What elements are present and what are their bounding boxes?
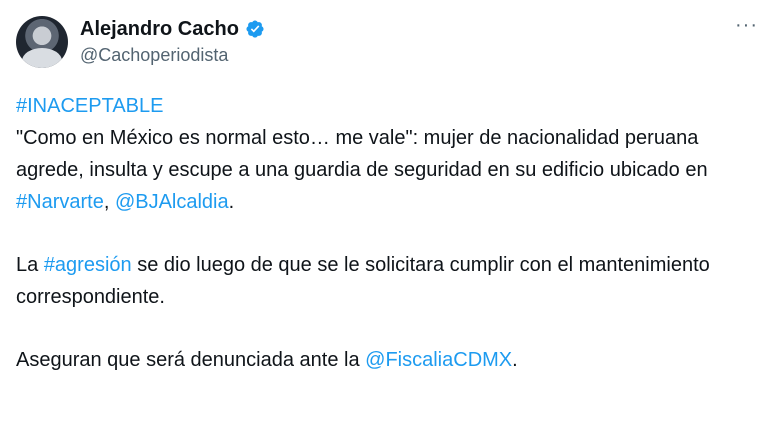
mention-bjalcaldia[interactable]: @BJAlcaldia bbox=[115, 191, 229, 213]
paragraph-3-text-a: Aseguran que será denunciada ante la bbox=[16, 349, 366, 371]
more-options-icon[interactable]: ··· bbox=[735, 14, 758, 37]
hashtag-agresion[interactable]: #agresión bbox=[44, 254, 132, 276]
author-name-row: Alejandro Cacho bbox=[80, 17, 265, 41]
verified-badge-icon bbox=[246, 20, 264, 38]
author-display-name[interactable]: Alejandro Cacho bbox=[80, 17, 239, 41]
avatar[interactable] bbox=[16, 16, 68, 68]
avatar-figure bbox=[22, 48, 62, 68]
mention-fiscaliacdmx[interactable]: @FiscaliaCDMX bbox=[365, 349, 512, 371]
paragraph-1-text-c: . bbox=[228, 191, 235, 213]
hashtag-inaceptable[interactable]: #INACEPTABLE bbox=[16, 95, 163, 117]
tweet-card: Alejandro Cacho @Cachoperiodista ··· #IN… bbox=[0, 0, 768, 435]
paragraph-2-text-a: La bbox=[16, 254, 44, 276]
paragraph-2: La #agresión se dio luego de que se le s… bbox=[16, 249, 746, 313]
hashtag-narvarte[interactable]: #Narvarte bbox=[16, 191, 104, 213]
author-handle[interactable]: @Cachoperiodista bbox=[80, 44, 228, 66]
paragraph-1-text-b: , bbox=[103, 191, 115, 213]
paragraph-3-text-b: . bbox=[512, 349, 518, 371]
paragraph-3: Aseguran que será denunciada ante la @Fi… bbox=[16, 344, 746, 376]
paragraph-1-text-a: "Como en México es normal esto… me vale"… bbox=[16, 127, 708, 181]
tweet-text: #INACEPTABLE "Como en México es normal e… bbox=[16, 90, 746, 376]
paragraph-1: "Como en México es normal esto… me vale"… bbox=[16, 122, 746, 218]
